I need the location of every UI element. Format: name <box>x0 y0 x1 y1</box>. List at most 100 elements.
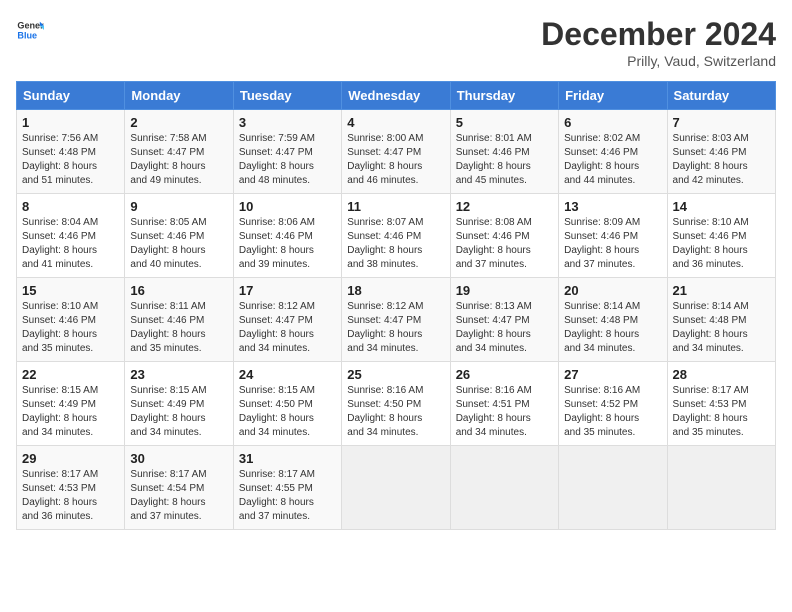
day-info: Sunrise: 8:04 AM Sunset: 4:46 PM Dayligh… <box>22 216 119 272</box>
calendar-cell: 20 Sunrise: 8:14 AM Sunset: 4:48 PM Dayli… <box>559 278 667 362</box>
calendar-cell: 9 Sunrise: 8:05 AM Sunset: 4:46 PM Daylig… <box>125 194 233 278</box>
calendar-cell: 15 Sunrise: 8:10 AM Sunset: 4:46 PM Dayli… <box>17 278 125 362</box>
day-info: Sunrise: 8:16 AM Sunset: 4:50 PM Dayligh… <box>347 384 444 440</box>
calendar-cell: 8 Sunrise: 8:04 AM Sunset: 4:46 PM Daylig… <box>17 194 125 278</box>
day-number: 13 <box>564 199 661 214</box>
calendar-week-row: 8 Sunrise: 8:04 AM Sunset: 4:46 PM Daylig… <box>17 194 776 278</box>
calendar-cell: 19 Sunrise: 8:13 AM Sunset: 4:47 PM Dayli… <box>450 278 558 362</box>
calendar-week-row: 1 Sunrise: 7:56 AM Sunset: 4:48 PM Daylig… <box>17 110 776 194</box>
day-number: 10 <box>239 199 336 214</box>
calendar-cell: 24 Sunrise: 8:15 AM Sunset: 4:50 PM Dayli… <box>233 362 341 446</box>
day-info: Sunrise: 7:56 AM Sunset: 4:48 PM Dayligh… <box>22 132 119 188</box>
calendar-cell: 30 Sunrise: 8:17 AM Sunset: 4:54 PM Dayli… <box>125 446 233 530</box>
day-info: Sunrise: 8:17 AM Sunset: 4:54 PM Dayligh… <box>130 468 227 524</box>
day-of-week-header: Wednesday <box>342 82 450 110</box>
calendar-cell: 29 Sunrise: 8:17 AM Sunset: 4:53 PM Dayli… <box>17 446 125 530</box>
day-info: Sunrise: 8:15 AM Sunset: 4:49 PM Dayligh… <box>130 384 227 440</box>
day-number: 7 <box>673 115 770 130</box>
calendar-cell: 21 Sunrise: 8:14 AM Sunset: 4:48 PM Dayli… <box>667 278 775 362</box>
day-of-week-header: Tuesday <box>233 82 341 110</box>
day-number: 19 <box>456 283 553 298</box>
day-info: Sunrise: 8:12 AM Sunset: 4:47 PM Dayligh… <box>347 300 444 356</box>
day-info: Sunrise: 7:58 AM Sunset: 4:47 PM Dayligh… <box>130 132 227 188</box>
day-info: Sunrise: 8:15 AM Sunset: 4:49 PM Dayligh… <box>22 384 119 440</box>
calendar-cell: 26 Sunrise: 8:16 AM Sunset: 4:51 PM Dayli… <box>450 362 558 446</box>
day-number: 24 <box>239 367 336 382</box>
day-info: Sunrise: 8:14 AM Sunset: 4:48 PM Dayligh… <box>564 300 661 356</box>
calendar-cell: 2 Sunrise: 7:58 AM Sunset: 4:47 PM Daylig… <box>125 110 233 194</box>
day-info: Sunrise: 8:14 AM Sunset: 4:48 PM Dayligh… <box>673 300 770 356</box>
day-info: Sunrise: 8:13 AM Sunset: 4:47 PM Dayligh… <box>456 300 553 356</box>
calendar-week-row: 15 Sunrise: 8:10 AM Sunset: 4:46 PM Dayli… <box>17 278 776 362</box>
day-info: Sunrise: 8:15 AM Sunset: 4:50 PM Dayligh… <box>239 384 336 440</box>
calendar-cell: 23 Sunrise: 8:15 AM Sunset: 4:49 PM Dayli… <box>125 362 233 446</box>
calendar-cell: 17 Sunrise: 8:12 AM Sunset: 4:47 PM Dayli… <box>233 278 341 362</box>
day-number: 31 <box>239 451 336 466</box>
day-of-week-header: Saturday <box>667 82 775 110</box>
day-number: 21 <box>673 283 770 298</box>
calendar-header-row: SundayMondayTuesdayWednesdayThursdayFrid… <box>17 82 776 110</box>
day-info: Sunrise: 8:05 AM Sunset: 4:46 PM Dayligh… <box>130 216 227 272</box>
day-number: 20 <box>564 283 661 298</box>
day-info: Sunrise: 7:59 AM Sunset: 4:47 PM Dayligh… <box>239 132 336 188</box>
calendar-week-row: 29 Sunrise: 8:17 AM Sunset: 4:53 PM Dayli… <box>17 446 776 530</box>
day-number: 9 <box>130 199 227 214</box>
calendar-cell: 1 Sunrise: 7:56 AM Sunset: 4:48 PM Daylig… <box>17 110 125 194</box>
day-info: Sunrise: 8:02 AM Sunset: 4:46 PM Dayligh… <box>564 132 661 188</box>
day-info: Sunrise: 8:01 AM Sunset: 4:46 PM Dayligh… <box>456 132 553 188</box>
calendar-cell: 14 Sunrise: 8:10 AM Sunset: 4:46 PM Dayli… <box>667 194 775 278</box>
calendar-cell: 28Sunrise: 8:17 AM Sunset: 4:53 PM Dayli… <box>667 362 775 446</box>
day-number: 6 <box>564 115 661 130</box>
day-number: 23 <box>130 367 227 382</box>
calendar-table: SundayMondayTuesdayWednesdayThursdayFrid… <box>16 81 776 530</box>
day-info: Sunrise: 8:08 AM Sunset: 4:46 PM Dayligh… <box>456 216 553 272</box>
page-header: General Blue December 2024 Prilly, Vaud,… <box>16 16 776 69</box>
calendar-cell: 22 Sunrise: 8:15 AM Sunset: 4:49 PM Dayli… <box>17 362 125 446</box>
calendar-cell <box>667 446 775 530</box>
day-number: 26 <box>456 367 553 382</box>
day-info: Sunrise: 8:03 AM Sunset: 4:46 PM Dayligh… <box>673 132 770 188</box>
day-number: 1 <box>22 115 119 130</box>
calendar-cell: 27Sunrise: 8:16 AM Sunset: 4:52 PM Dayli… <box>559 362 667 446</box>
day-info: Sunrise: 8:17 AM Sunset: 4:53 PM Dayligh… <box>22 468 119 524</box>
day-info: Sunrise: 8:12 AM Sunset: 4:47 PM Dayligh… <box>239 300 336 356</box>
day-number: 11 <box>347 199 444 214</box>
day-info: Sunrise: 8:16 AM Sunset: 4:51 PM Dayligh… <box>456 384 553 440</box>
location-subtitle: Prilly, Vaud, Switzerland <box>541 53 776 69</box>
day-number: 25 <box>347 367 444 382</box>
day-number: 30 <box>130 451 227 466</box>
calendar-cell: 12 Sunrise: 8:08 AM Sunset: 4:46 PM Dayli… <box>450 194 558 278</box>
day-number: 17 <box>239 283 336 298</box>
day-number: 29 <box>22 451 119 466</box>
day-info: Sunrise: 8:00 AM Sunset: 4:47 PM Dayligh… <box>347 132 444 188</box>
day-number: 8 <box>22 199 119 214</box>
calendar-cell: 13 Sunrise: 8:09 AM Sunset: 4:46 PM Dayli… <box>559 194 667 278</box>
calendar-cell <box>450 446 558 530</box>
day-of-week-header: Monday <box>125 82 233 110</box>
calendar-cell: 16 Sunrise: 8:11 AM Sunset: 4:46 PM Dayli… <box>125 278 233 362</box>
day-number: 15 <box>22 283 119 298</box>
day-of-week-header: Thursday <box>450 82 558 110</box>
day-number: 14 <box>673 199 770 214</box>
day-number: 22 <box>22 367 119 382</box>
calendar-cell: 4 Sunrise: 8:00 AM Sunset: 4:47 PM Daylig… <box>342 110 450 194</box>
day-number: 16 <box>130 283 227 298</box>
day-number: 2 <box>130 115 227 130</box>
calendar-cell <box>342 446 450 530</box>
calendar-cell: 3Sunrise: 7:59 AM Sunset: 4:47 PM Daylig… <box>233 110 341 194</box>
svg-text:Blue: Blue <box>17 30 37 40</box>
title-block: December 2024 Prilly, Vaud, Switzerland <box>541 16 776 69</box>
calendar-cell <box>559 446 667 530</box>
calendar-cell: 5 Sunrise: 8:01 AM Sunset: 4:46 PM Daylig… <box>450 110 558 194</box>
day-info: Sunrise: 8:09 AM Sunset: 4:46 PM Dayligh… <box>564 216 661 272</box>
day-number: 12 <box>456 199 553 214</box>
day-info: Sunrise: 8:10 AM Sunset: 4:46 PM Dayligh… <box>22 300 119 356</box>
calendar-cell: 31Sunrise: 8:17 AM Sunset: 4:55 PM Dayli… <box>233 446 341 530</box>
day-number: 5 <box>456 115 553 130</box>
day-number: 4 <box>347 115 444 130</box>
day-number: 18 <box>347 283 444 298</box>
day-of-week-header: Friday <box>559 82 667 110</box>
day-info: Sunrise: 8:10 AM Sunset: 4:46 PM Dayligh… <box>673 216 770 272</box>
day-number: 28 <box>673 367 770 382</box>
day-info: Sunrise: 8:11 AM Sunset: 4:46 PM Dayligh… <box>130 300 227 356</box>
